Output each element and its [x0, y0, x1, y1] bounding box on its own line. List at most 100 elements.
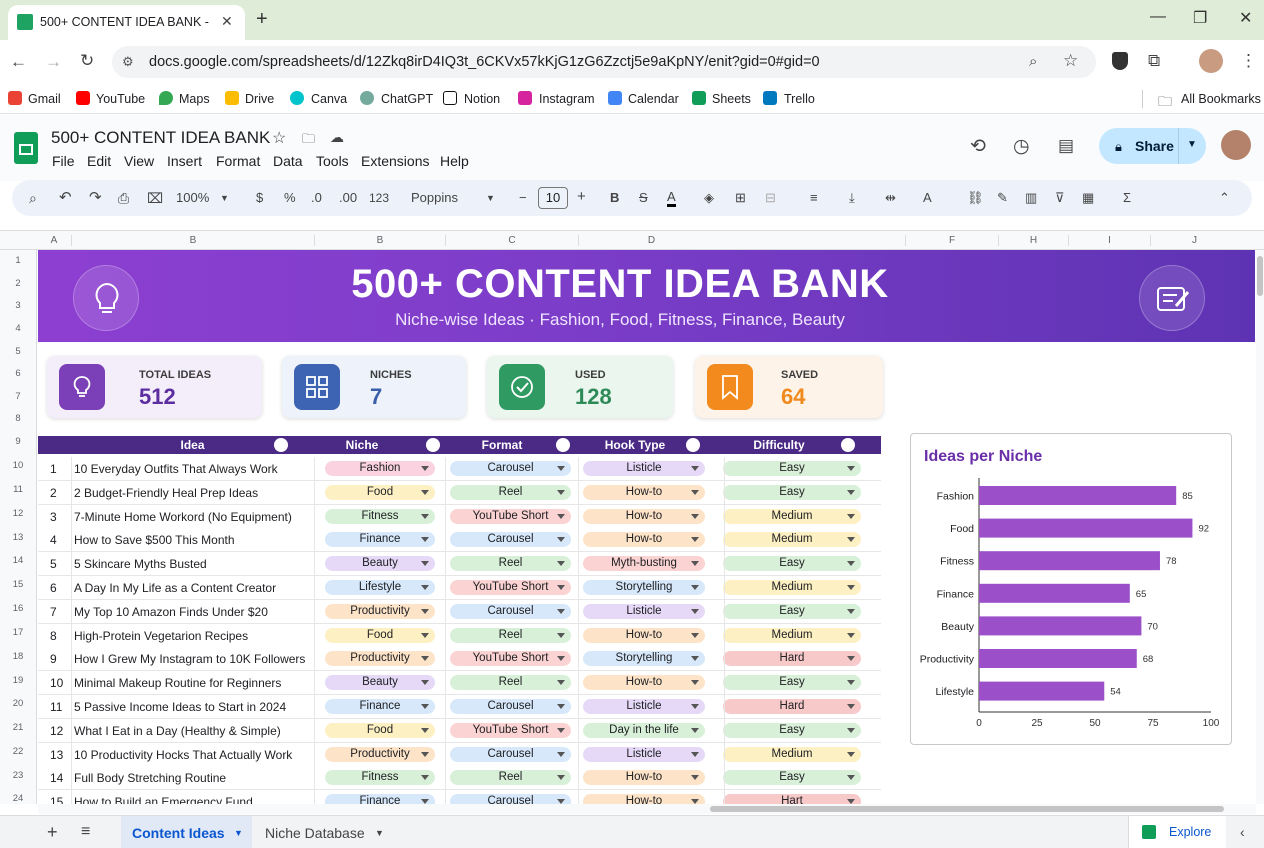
hook-type-chip[interactable]: How-to: [583, 675, 705, 691]
format-chip[interactable]: YouTube Short: [450, 508, 571, 524]
column-header[interactable]: I: [1068, 235, 1150, 246]
row-number[interactable]: 6: [0, 368, 36, 379]
row-number[interactable]: 5: [0, 346, 36, 357]
table-row[interactable]: 5 5 Skincare Myths Busted Beauty Reel Myth-b…: [38, 552, 881, 577]
extensions-icon[interactable]: ⧉: [1148, 51, 1160, 71]
format-chip[interactable]: Reel: [450, 770, 571, 786]
column-header[interactable]: B: [314, 235, 445, 246]
row-number[interactable]: 7: [0, 391, 36, 402]
format-chip[interactable]: Carousel: [450, 532, 571, 548]
bookmark-sheets[interactable]: Sheets: [712, 92, 751, 106]
share-button[interactable]: 🔒︎ Share ▼: [1099, 128, 1206, 164]
filter-icon[interactable]: [556, 438, 570, 452]
increase-decimal-button[interactable]: .00: [339, 190, 357, 205]
zoom-icon[interactable]: ⌕: [1029, 53, 1037, 70]
column-header[interactable]: C: [445, 235, 578, 246]
sheet-tab-niche-database[interactable]: Niche Database: [265, 825, 365, 841]
filter-icon[interactable]: [426, 438, 440, 452]
decrease-decimal-button[interactable]: .0: [311, 190, 322, 205]
bold-icon[interactable]: B: [610, 190, 619, 205]
activity-icon[interactable]: ◷: [1013, 135, 1030, 158]
new-tab-icon[interactable]: +: [256, 8, 268, 31]
insert-comment-icon[interactable]: ✎: [997, 190, 1008, 206]
niche-chip[interactable]: Productivity: [325, 651, 435, 667]
niche-chip[interactable]: Fashion: [325, 461, 435, 476]
table-row[interactable]: 8 High-Protein Vegetarion Recipes Food Reel…: [38, 623, 881, 648]
table-row[interactable]: 1 10 Everyday Outfits That Always Work Fas…: [38, 457, 881, 481]
row-number[interactable]: 17: [0, 627, 36, 638]
shield-extension-icon[interactable]: [1112, 52, 1128, 70]
row-number[interactable]: 11: [0, 484, 36, 495]
bookmark-notion[interactable]: Notion: [464, 92, 500, 106]
idea-text[interactable]: 5 Skincare Myths Busted: [74, 557, 207, 571]
menu-file[interactable]: File: [52, 153, 75, 169]
hook-type-chip[interactable]: Listicle: [583, 699, 705, 714]
niche-chip[interactable]: Fitness: [325, 770, 435, 786]
percent-format-button[interactable]: %: [284, 190, 296, 205]
row-number[interactable]: 15: [0, 579, 36, 590]
sheet-tab-dropdown-icon[interactable]: ▼: [375, 828, 384, 838]
all-bookmarks[interactable]: All Bookmarks: [1181, 92, 1261, 106]
niche-chip[interactable]: Finance: [325, 699, 435, 714]
table-row[interactable]: 10 Minimal Makeup Routine for Reginners Be…: [38, 671, 881, 696]
row-number[interactable]: 9: [0, 436, 36, 447]
row-number[interactable]: 21: [0, 722, 36, 733]
hook-type-chip[interactable]: Listicle: [583, 461, 705, 476]
hook-type-chip[interactable]: Storytelling: [583, 651, 705, 667]
row-number[interactable]: 18: [0, 651, 36, 662]
insert-chart-icon[interactable]: ▥: [1025, 190, 1037, 206]
column-header[interactable]: B: [71, 235, 314, 246]
format-chip[interactable]: Carousel: [450, 746, 571, 762]
table-row[interactable]: 13 10 Productivity Hocks That Actually Wo…: [38, 742, 881, 767]
row-number[interactable]: 1: [0, 255, 36, 266]
niche-chip[interactable]: Food: [325, 722, 435, 738]
zoom-dropdown-icon[interactable]: ▼: [220, 193, 229, 203]
strikethrough-icon[interactable]: S: [639, 190, 648, 205]
font-dropdown-icon[interactable]: ▼: [486, 193, 495, 203]
difficulty-chip[interactable]: Easy: [723, 461, 861, 476]
bookmark-gmail[interactable]: Gmail: [28, 92, 61, 106]
difficulty-chip[interactable]: Hard: [723, 651, 861, 667]
browser-tab[interactable]: 500+ CONTENT IDEA BANK - Google Sheets ✕: [8, 5, 245, 40]
version-history-icon[interactable]: ⟲: [970, 135, 986, 158]
format-chip[interactable]: Carousel: [450, 603, 571, 619]
idea-text[interactable]: Minimal Makeup Routine for Reginners: [74, 676, 281, 690]
table-row[interactable]: 2 2 Budget-Friendly Heal Prep Ideas Food Re…: [38, 480, 881, 505]
font-size-increase-icon[interactable]: +: [577, 188, 586, 205]
difficulty-chip[interactable]: Easy: [723, 722, 861, 738]
hook-type-chip[interactable]: Myth-busting: [583, 556, 705, 572]
hook-type-chip[interactable]: Day in the life: [583, 722, 705, 738]
table-row[interactable]: 11 5 Passive Income Ideas to Start in 202…: [38, 695, 881, 719]
difficulty-chip[interactable]: Medium: [723, 627, 861, 643]
column-header[interactable]: H: [998, 235, 1068, 246]
minimize-icon[interactable]: —: [1150, 8, 1166, 26]
difficulty-chip[interactable]: Medium: [723, 580, 861, 595]
font-select[interactable]: Poppins: [411, 190, 458, 205]
print-icon[interactable]: ⎙: [118, 190, 129, 207]
filter-icon[interactable]: ⊽: [1055, 190, 1065, 206]
niche-chip[interactable]: Lifestyle: [325, 580, 435, 595]
idea-text[interactable]: 10 Productivity Hocks That Actually Work: [74, 748, 292, 762]
menu-tools[interactable]: Tools: [316, 153, 349, 169]
idea-text[interactable]: What I Eat in a Day (Healthy & Simple): [74, 724, 281, 738]
niche-chip[interactable]: Food: [325, 627, 435, 643]
url-text[interactable]: docs.google.com/spreadsheets/d/12Zkq8irD…: [149, 54, 820, 70]
functions-icon[interactable]: Σ: [1123, 190, 1131, 205]
bookmark-drive[interactable]: Drive: [245, 92, 274, 106]
idea-text[interactable]: 10 Everyday Outfits That Always Work: [74, 462, 278, 476]
niche-chip[interactable]: Beauty: [325, 675, 435, 691]
currency-format-button[interactable]: $: [256, 190, 263, 205]
filter-icon[interactable]: [274, 438, 288, 452]
hook-type-chip[interactable]: How-to: [583, 532, 705, 548]
row-number[interactable]: 14: [0, 555, 36, 566]
row-number[interactable]: 19: [0, 675, 36, 686]
all-sheets-icon[interactable]: ≡: [81, 823, 90, 841]
format-chip[interactable]: Carousel: [450, 699, 571, 714]
table-row[interactable]: 6 A Day In My Life as a Content Creator Li…: [38, 576, 881, 600]
bookmark-chatgpt[interactable]: ChatGPT: [381, 92, 433, 106]
table-row[interactable]: 9 How I Grew My Instagram to 10K Follower…: [38, 647, 881, 672]
column-header[interactable]: D: [578, 235, 724, 246]
zoom-select[interactable]: 100%: [176, 190, 209, 205]
redo-icon[interactable]: ↷: [89, 188, 102, 206]
move-folder-icon[interactable]: 🗀: [302, 130, 315, 152]
